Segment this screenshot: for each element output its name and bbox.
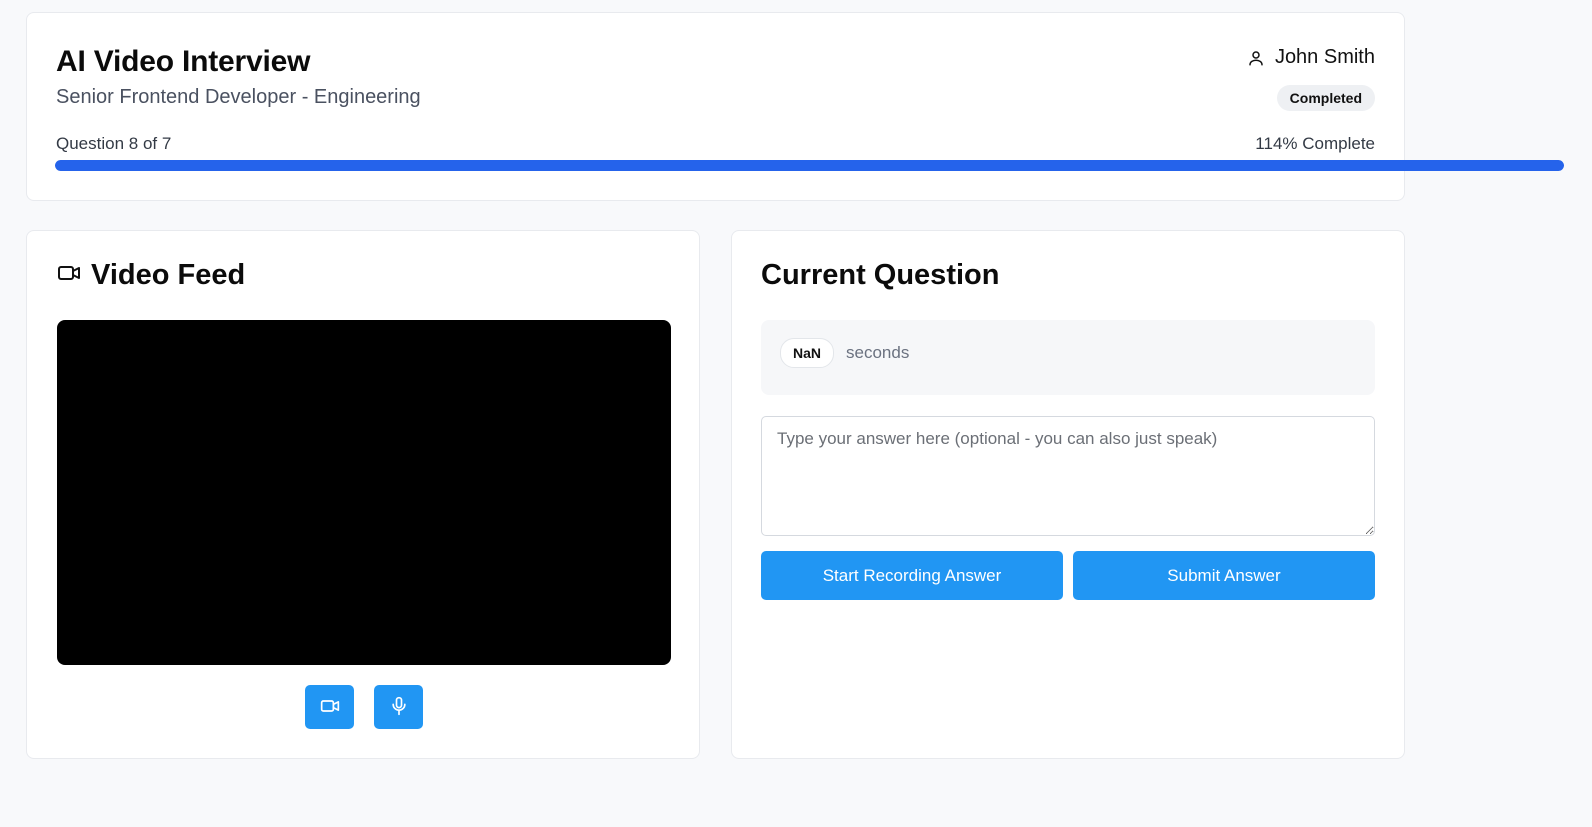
timer-unit-label: seconds [846, 343, 910, 362]
video-feed-title: Video Feed [91, 259, 246, 291]
question-progress-label: Question 8 of 7 [56, 134, 172, 153]
interview-header-card: AI Video Interview Senior Frontend Devel… [26, 12, 1405, 201]
question-box: NaN seconds [761, 320, 1375, 395]
video-feed-card: Video Feed [26, 230, 700, 759]
user-info: John Smith [1247, 46, 1375, 69]
microphone-toggle-button[interactable] [374, 685, 423, 729]
progress-bar [55, 160, 1564, 171]
progress-fill [55, 160, 1564, 171]
current-question-card: Current Question NaN seconds Start Recor… [731, 230, 1405, 759]
video-feed-heading: Video Feed [57, 259, 245, 292]
percent-complete-label: 114% Complete [1255, 134, 1375, 153]
camera-toggle-button[interactable] [305, 685, 354, 729]
start-recording-button[interactable]: Start Recording Answer [761, 551, 1063, 600]
answer-textarea[interactable] [761, 416, 1375, 536]
page-title: AI Video Interview [56, 45, 311, 78]
current-question-title: Current Question [761, 259, 1000, 291]
position-subtitle: Senior Frontend Developer - Engineering [56, 86, 421, 108]
status-badge: Completed [1276, 85, 1375, 111]
user-name: John Smith [1274, 46, 1375, 68]
video-camera-icon [320, 696, 340, 719]
video-preview [57, 320, 671, 665]
submit-answer-button[interactable]: Submit Answer [1073, 551, 1375, 600]
video-camera-icon [57, 261, 81, 290]
microphone-icon [389, 696, 409, 719]
user-icon [1247, 49, 1265, 67]
timer-badge: NaN [780, 338, 835, 368]
